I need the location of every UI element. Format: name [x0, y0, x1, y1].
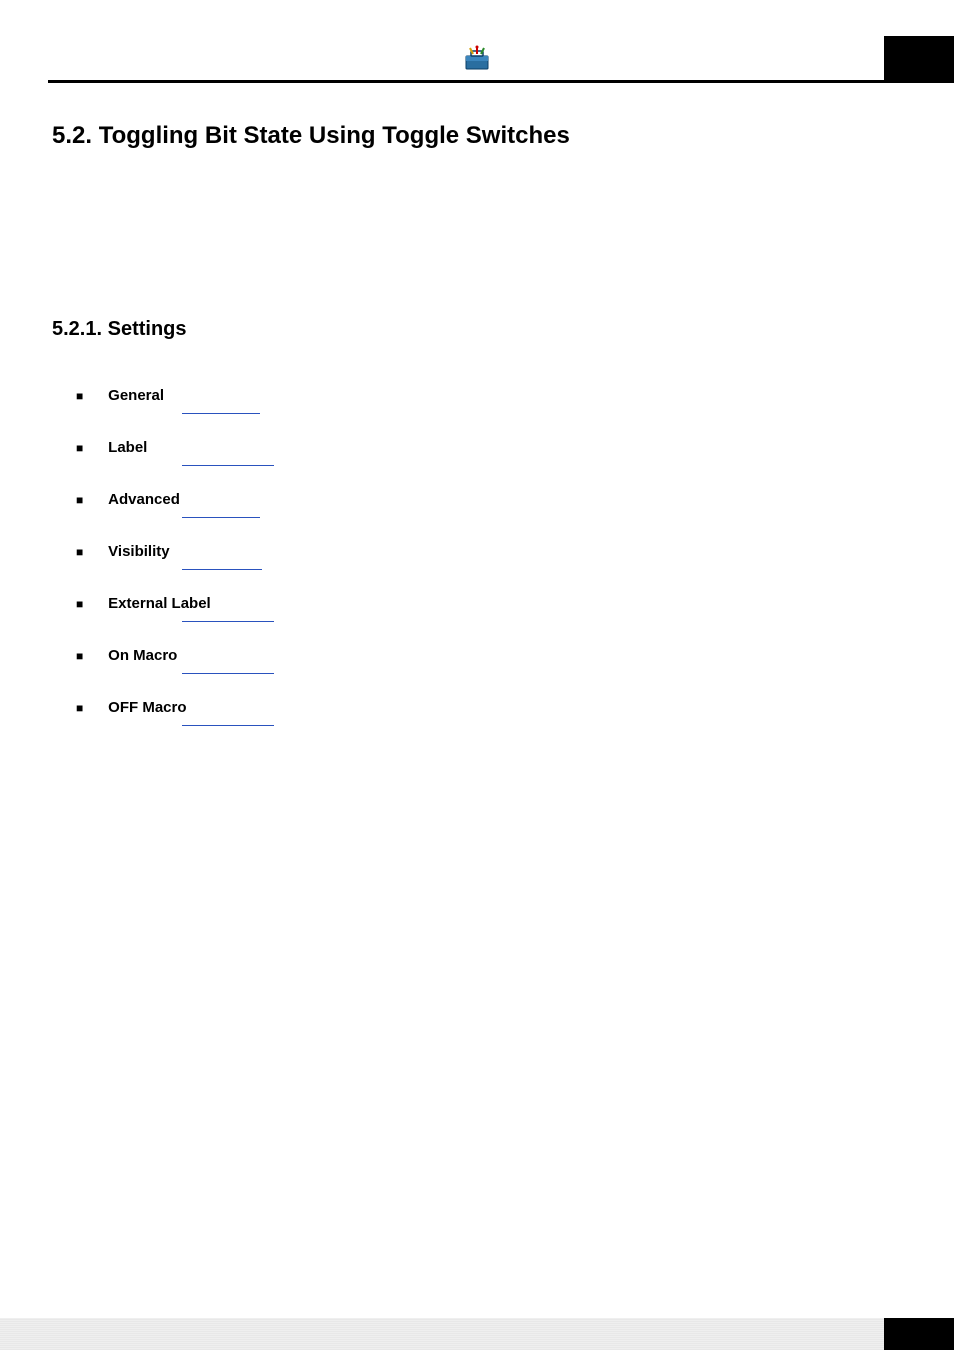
- setting-label: General: [108, 387, 164, 404]
- document-page: 5.2. Toggling Bit State Using Toggle Swi…: [0, 0, 954, 1350]
- list-item: ■ Label: [76, 439, 902, 457]
- list-item: ■ Visibility: [76, 543, 902, 561]
- setting-label: External Label: [108, 595, 211, 612]
- section-number: 5.2.: [52, 122, 92, 149]
- bullet-icon: ■: [76, 597, 86, 611]
- page-header: [0, 0, 954, 80]
- subsection-heading: 5.2.1. Settings: [52, 318, 902, 341]
- list-item: ■ On Macro: [76, 647, 902, 665]
- subsection-title-text: Settings: [108, 318, 187, 340]
- setting-label: OFF Macro: [108, 699, 186, 716]
- link-underline: [182, 517, 260, 518]
- section-title-text: Toggling Bit State Using Toggle Switches: [99, 122, 570, 149]
- page-content: 5.2. Toggling Bit State Using Toggle Swi…: [0, 80, 954, 717]
- subsection-number: 5.2.1.: [52, 318, 102, 340]
- list-item: ■ OFF Macro: [76, 699, 902, 717]
- header-black-tab: [884, 36, 954, 80]
- list-item: ■ Advanced: [76, 491, 902, 509]
- link-underline: [182, 569, 262, 570]
- link-underline: [182, 465, 274, 466]
- section-heading: 5.2. Toggling Bit State Using Toggle Swi…: [52, 122, 902, 150]
- list-item: ■ General: [76, 387, 902, 405]
- link-underline: [182, 725, 274, 726]
- bullet-icon: ■: [76, 441, 86, 455]
- bullet-icon: ■: [76, 701, 86, 715]
- page-footer: [0, 1318, 954, 1350]
- toolbox-icon: [463, 44, 491, 72]
- footer-black-tab: [884, 1318, 954, 1350]
- link-underline: [182, 621, 274, 622]
- setting-label: Visibility: [108, 543, 169, 560]
- link-underline: [182, 413, 260, 414]
- setting-label: On Macro: [108, 647, 177, 664]
- setting-label: Label: [108, 439, 147, 456]
- setting-label: Advanced: [108, 491, 180, 508]
- link-underline: [182, 673, 274, 674]
- bullet-icon: ■: [76, 545, 86, 559]
- settings-list: ■ General ■ Label ■ Advanced ■ Visibilit…: [76, 387, 902, 717]
- bullet-icon: ■: [76, 493, 86, 507]
- bullet-icon: ■: [76, 389, 86, 403]
- bullet-icon: ■: [76, 649, 86, 663]
- list-item: ■ External Label: [76, 595, 902, 613]
- header-divider: [48, 80, 954, 83]
